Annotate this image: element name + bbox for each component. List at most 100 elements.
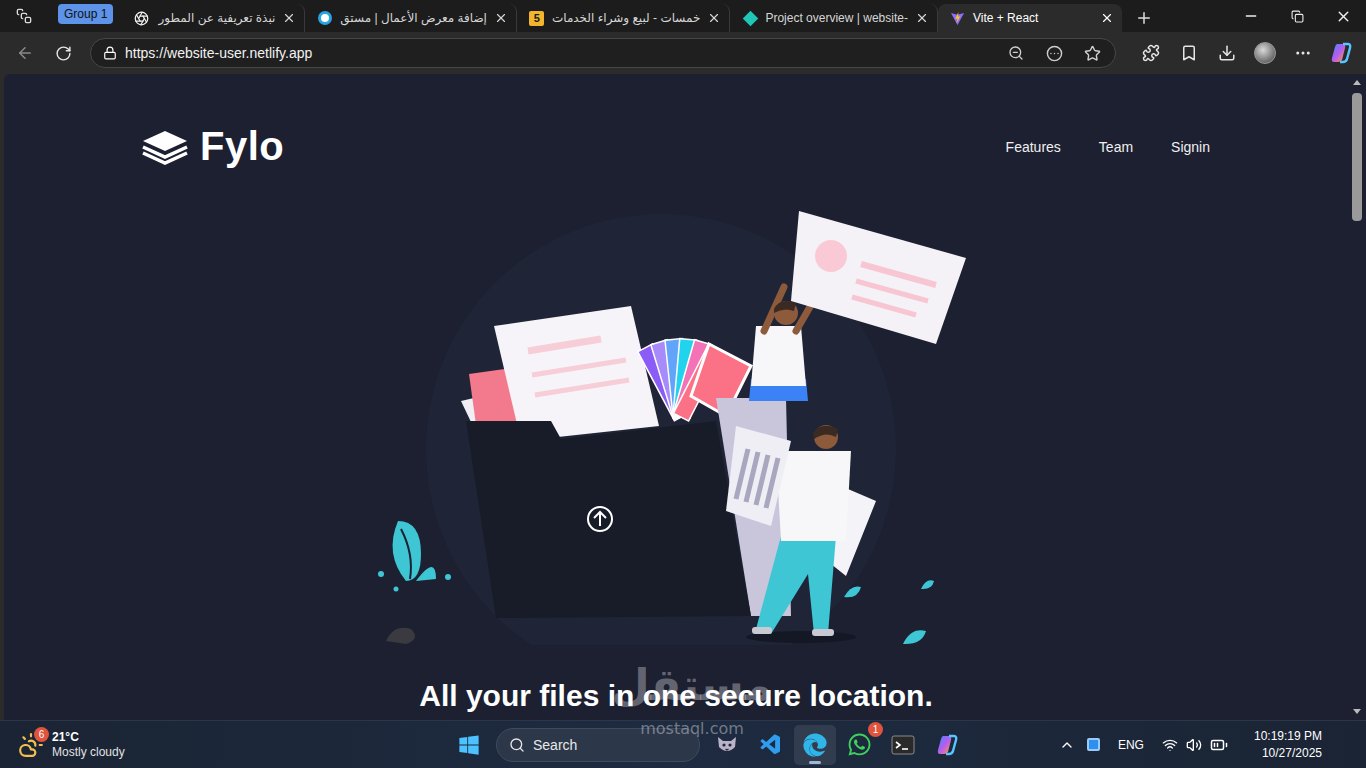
close-tab-icon[interactable] (915, 11, 929, 25)
tray-app-icon[interactable] (1087, 738, 1100, 751)
close-button[interactable] (1320, 0, 1366, 32)
search-icon (509, 737, 525, 753)
watermark-name: مستقل (612, 660, 773, 711)
app-badge: 1 (868, 722, 883, 737)
tab-strip: نبذة تعريفية عن المطور إضافة معرض الأعمال… (121, 0, 1122, 32)
mostaql-icon (318, 11, 332, 25)
close-tab-icon[interactable] (494, 11, 508, 25)
back-arrow-icon (16, 44, 34, 62)
nav-link[interactable]: Features (1006, 139, 1061, 155)
tab-label: نبذة تعريفية عن المطور (156, 11, 275, 25)
browser-tab[interactable]: 5 خمسات - لبيع وشراء الخدمات (517, 4, 731, 32)
fox-app-icon (715, 733, 739, 757)
close-tab-icon[interactable] (282, 11, 296, 25)
terminal-app-icon (891, 734, 915, 756)
netlify-icon (743, 10, 759, 26)
title-bar: Group 1 نبذة تعريفية عن المطور إضافة معرض … (0, 0, 1366, 32)
search-placeholder: Search (533, 737, 577, 753)
battery-icon (1210, 736, 1228, 754)
taskbar-app[interactable] (794, 725, 836, 765)
scrollbar[interactable] (1348, 74, 1366, 720)
nav-link[interactable]: Signin (1171, 139, 1210, 155)
copilot-button[interactable] (1324, 36, 1358, 70)
time: 10:19:19 PM (1254, 728, 1322, 744)
taskbar: 621°CMostly cloudy Search 1 ENG 10:19:19 PM1… (0, 720, 1366, 768)
upload-icon[interactable] (588, 507, 612, 531)
window-controls (1228, 0, 1366, 32)
favorites-icon (1180, 44, 1198, 62)
tab-label: Project overview | website- (765, 11, 908, 25)
taskbar-search[interactable]: Search (496, 728, 700, 762)
close-tab-icon[interactable] (707, 11, 721, 25)
zoom-button[interactable] (1001, 40, 1031, 66)
scroll-up-icon[interactable] (1353, 80, 1361, 85)
tab-label: إضافة معرض الأعمال | مستق (340, 11, 487, 25)
input-language[interactable]: ENG (1112, 738, 1150, 752)
zoom-out-icon (1008, 45, 1024, 61)
extensions-button[interactable] (1134, 36, 1168, 70)
taskbar-app[interactable] (750, 725, 792, 765)
scroll-down-icon[interactable] (1353, 709, 1361, 714)
tab-favicon (317, 10, 333, 26)
clock[interactable]: 10:19:19 PM10/27/2025 (1240, 728, 1322, 760)
tab-group-chip[interactable]: Group 1 (58, 4, 113, 24)
watermark: مستقل mostaql.com (0, 0, 1366, 768)
taskbar-apps: Search 1 (448, 725, 968, 765)
site-nav: Features Team Signin (1006, 139, 1212, 155)
downloads-button[interactable] (1210, 36, 1244, 70)
browser-window: Group 1 نبذة تعريفية عن المطور إضافة معرض … (0, 0, 1366, 720)
vscode-app-icon (759, 733, 783, 757)
close-tab-icon[interactable] (1100, 11, 1114, 25)
avatar-icon (1254, 42, 1276, 64)
workspaces-button[interactable] (8, 0, 40, 32)
back-button[interactable] (8, 36, 42, 70)
scroll-thumb[interactable] (1352, 93, 1362, 221)
show-hidden-icon[interactable] (1059, 737, 1075, 753)
plus-icon (1135, 9, 1153, 27)
weather-widget[interactable]: 621°CMostly cloudy (0, 730, 448, 760)
favorite-button[interactable] (1077, 40, 1107, 66)
site-header: Fylo Features Team Signin (140, 74, 1212, 169)
site-logo[interactable]: Fylo (140, 124, 284, 169)
system-tray: ENG 10:19:19 PM10/27/2025 (1059, 728, 1366, 760)
start-button[interactable] (448, 725, 490, 765)
copilot-app-icon (935, 733, 959, 757)
browser-tab[interactable]: إضافة معرض الأعمال | مستق (305, 4, 517, 32)
address-bar[interactable]: https://website-user.netlify.app (90, 38, 1116, 68)
tab-favicon (950, 10, 966, 26)
tab-favicon: 5 (529, 10, 545, 26)
plant-leaves (378, 521, 934, 644)
taskbar-app[interactable] (706, 725, 748, 765)
taskbar-app[interactable]: 1 (838, 725, 880, 765)
minimize-button[interactable] (1228, 0, 1274, 32)
tab-favicon (133, 10, 149, 26)
download-icon (1218, 44, 1236, 62)
puzzle-icon (1142, 44, 1160, 62)
favorites-button[interactable] (1172, 36, 1206, 70)
new-tab-button[interactable] (1128, 4, 1160, 32)
weather-badge: 6 (34, 727, 49, 742)
restore-button[interactable] (1274, 0, 1320, 32)
taskbar-app[interactable] (882, 725, 924, 765)
page-actions-button[interactable] (1039, 40, 1069, 66)
quick-settings[interactable] (1162, 736, 1228, 754)
browser-tab[interactable]: Vite + React (938, 4, 1122, 32)
folder-front (466, 421, 751, 618)
browser-tab[interactable]: نبذة تعريفية عن المطور (121, 4, 305, 32)
menu-button[interactable] (1286, 36, 1320, 70)
address-text: https://website-user.netlify.app (125, 45, 993, 61)
nav-link[interactable]: Team (1099, 139, 1133, 155)
refresh-button[interactable] (46, 36, 80, 70)
viewport: FyloFeaturesTeamSigninAll your files in … (0, 74, 1366, 720)
site-info-icon[interactable] (103, 46, 117, 60)
profile-button[interactable] (1248, 36, 1282, 70)
browser-tab[interactable]: Project overview | website- (730, 4, 938, 32)
vite-icon (950, 11, 965, 26)
workspaces-icon (16, 8, 32, 24)
watermark-site: mostaql.com (640, 719, 744, 738)
taskbar-app[interactable] (926, 725, 968, 765)
star-icon (1084, 45, 1101, 62)
tab-label: خمسات - لبيع وشراء الخدمات (552, 11, 701, 25)
tab-label: Vite + React (973, 11, 1093, 25)
tab-favicon (742, 10, 758, 26)
